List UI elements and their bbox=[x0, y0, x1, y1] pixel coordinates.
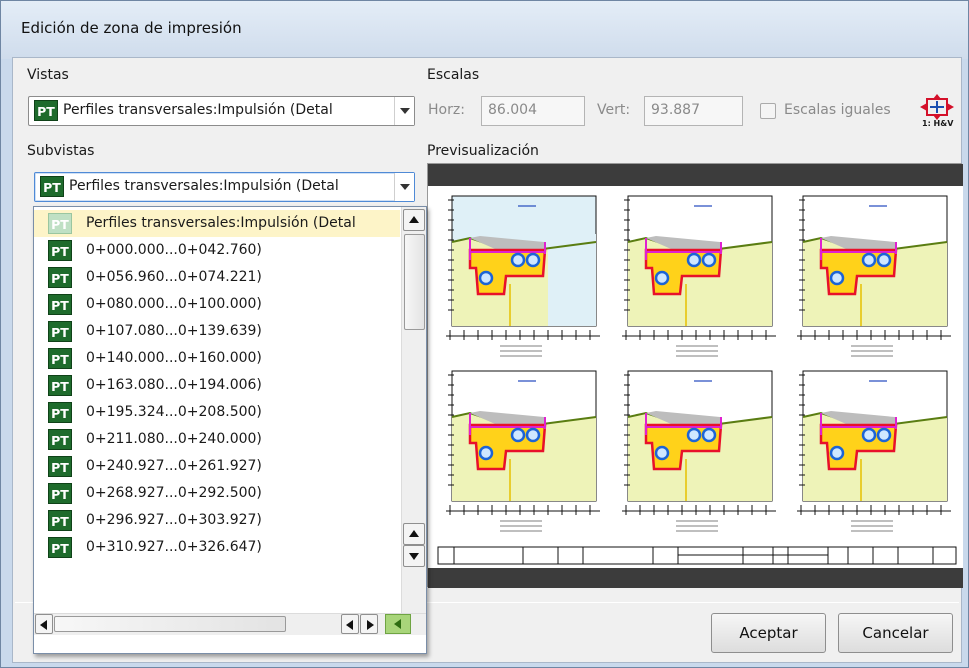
list-item-label: 0+310.927...0+326.647) bbox=[86, 539, 262, 555]
vertical-scrollbar[interactable] bbox=[401, 207, 426, 613]
horz-scale-field[interactable]: 86.004 bbox=[481, 96, 585, 126]
list-item[interactable]: PT 0+310.927...0+326.647) bbox=[34, 534, 400, 561]
profile-type-icon: PT bbox=[48, 267, 72, 288]
arrow-left-icon bbox=[40, 620, 47, 630]
profile-type-icon: PT bbox=[48, 240, 72, 261]
list-item-label: 0+163.080...0+194.006) bbox=[86, 377, 262, 393]
profile-type-icon: PT bbox=[48, 429, 72, 450]
equal-scales-checkbox[interactable] bbox=[760, 103, 776, 119]
profile-type-icon: PT bbox=[48, 321, 72, 342]
list-item-label: 0+140.000...0+160.000) bbox=[86, 350, 262, 366]
scale-hv-caption: 1: H&V bbox=[922, 119, 954, 128]
subvistas-label: Subvistas bbox=[27, 143, 95, 159]
scroll-left-button-secondary[interactable] bbox=[341, 614, 359, 634]
list-item[interactable]: PT 0+107.080...0+139.639) bbox=[34, 318, 400, 345]
scroll-up-button[interactable] bbox=[403, 209, 425, 231]
list-item-label: 0+080.000...0+100.000) bbox=[86, 296, 262, 312]
title-bar[interactable]: Edición de zona de impresión bbox=[1, 1, 968, 59]
cancel-button[interactable]: Cancelar bbox=[838, 613, 953, 653]
profile-type-icon: PT bbox=[48, 294, 72, 315]
horizontal-scroll-thumb[interactable] bbox=[54, 616, 286, 632]
list-item[interactable]: PT 0+163.080...0+194.006) bbox=[34, 372, 400, 399]
subvistas-value: Perfiles transversales:Impulsión (Detal bbox=[69, 178, 339, 194]
list-item-label: 0+056.960...0+074.221) bbox=[86, 269, 262, 285]
arrow-left-icon bbox=[346, 620, 353, 630]
list-item-label: 0+211.080...0+240.000) bbox=[86, 431, 262, 447]
profile-type-icon: PT bbox=[40, 176, 64, 197]
grip-arrow-icon bbox=[394, 619, 401, 629]
profile-type-icon: PT bbox=[34, 100, 58, 121]
profile-type-icon: PT bbox=[48, 375, 72, 396]
vistas-value: Perfiles transversales:Impulsión (Detal bbox=[63, 102, 333, 118]
list-item[interactable]: PT 0+240.927...0+261.927) bbox=[34, 453, 400, 480]
scroll-up-button-secondary[interactable] bbox=[403, 523, 425, 545]
list-item[interactable]: PT 0+296.927...0+303.927) bbox=[34, 507, 400, 534]
profile-type-icon: PT bbox=[48, 402, 72, 423]
list-item-label: 0+107.080...0+139.639) bbox=[86, 323, 262, 339]
accept-button[interactable]: Aceptar bbox=[711, 613, 826, 653]
arrow-up-icon bbox=[409, 216, 419, 223]
arrow-down-icon bbox=[409, 553, 419, 560]
scale-hv-icon[interactable]: 1: H&V bbox=[918, 94, 956, 130]
arrow-up-icon bbox=[409, 530, 419, 537]
chevron-down-icon[interactable] bbox=[394, 97, 414, 125]
vert-scale-field[interactable]: 93.887 bbox=[644, 96, 743, 126]
resize-grip[interactable] bbox=[385, 614, 411, 634]
list-item[interactable]: PT 0+080.000...0+100.000) bbox=[34, 291, 400, 318]
profile-type-icon: PT bbox=[48, 537, 72, 558]
vistas-label: Vistas bbox=[27, 67, 69, 83]
list-item[interactable]: PT 0+140.000...0+160.000) bbox=[34, 345, 400, 372]
list-item-label: 0+195.324...0+208.500) bbox=[86, 404, 262, 420]
horizontal-scrollbar[interactable] bbox=[34, 613, 426, 635]
list-item-label: Perfiles transversales:Impulsión (Detal bbox=[86, 215, 356, 231]
profile-type-icon: PT bbox=[48, 348, 72, 369]
equal-scales-label: Escalas iguales bbox=[784, 102, 891, 118]
list-item-label: 0+000.000...0+042.760) bbox=[86, 242, 262, 258]
scroll-left-button[interactable] bbox=[35, 614, 53, 634]
list-item[interactable]: PT 0+268.927...0+292.500) bbox=[34, 480, 400, 507]
list-item[interactable]: PT 0+000.000...0+042.760) bbox=[34, 237, 400, 264]
subvistas-dropdown-list[interactable]: PT Perfiles transversales:Impulsión (Deta… bbox=[33, 206, 427, 654]
arrow-right-icon bbox=[367, 620, 374, 630]
list-item-label: 0+240.927...0+261.927) bbox=[86, 458, 262, 474]
profile-type-icon: PT bbox=[48, 456, 72, 477]
print-preview[interactable] bbox=[427, 163, 963, 588]
scroll-right-button[interactable] bbox=[360, 614, 378, 634]
horz-label: Horz: bbox=[428, 102, 465, 118]
preview-drawing bbox=[428, 164, 963, 588]
profile-type-icon: PT bbox=[48, 483, 72, 504]
list-item-label: 0+268.927...0+292.500) bbox=[86, 485, 262, 501]
profile-type-icon: PT bbox=[48, 510, 72, 531]
scroll-down-button[interactable] bbox=[403, 545, 425, 567]
vertical-scroll-thumb[interactable] bbox=[404, 234, 425, 330]
profile-type-icon: PT bbox=[48, 213, 72, 234]
list-item[interactable]: PT 0+211.080...0+240.000) bbox=[34, 426, 400, 453]
list-item[interactable]: PT 0+056.960...0+074.221) bbox=[34, 264, 400, 291]
vistas-select[interactable]: PT Perfiles transversales:Impulsión (Det… bbox=[28, 96, 415, 126]
preview-label: Previsualización bbox=[427, 143, 539, 159]
window-title: Edición de zona de impresión bbox=[21, 19, 242, 37]
subvistas-select[interactable]: PT Perfiles transversales:Impulsión (Det… bbox=[34, 172, 415, 202]
chevron-down-icon[interactable] bbox=[394, 173, 414, 201]
escalas-label: Escalas bbox=[427, 67, 480, 83]
list-item-selected[interactable]: PT Perfiles transversales:Impulsión (Deta… bbox=[34, 210, 400, 237]
vert-label: Vert: bbox=[597, 102, 631, 118]
list-item[interactable]: PT 0+195.324...0+208.500) bbox=[34, 399, 400, 426]
list-item-label: 0+296.927...0+303.927) bbox=[86, 512, 262, 528]
